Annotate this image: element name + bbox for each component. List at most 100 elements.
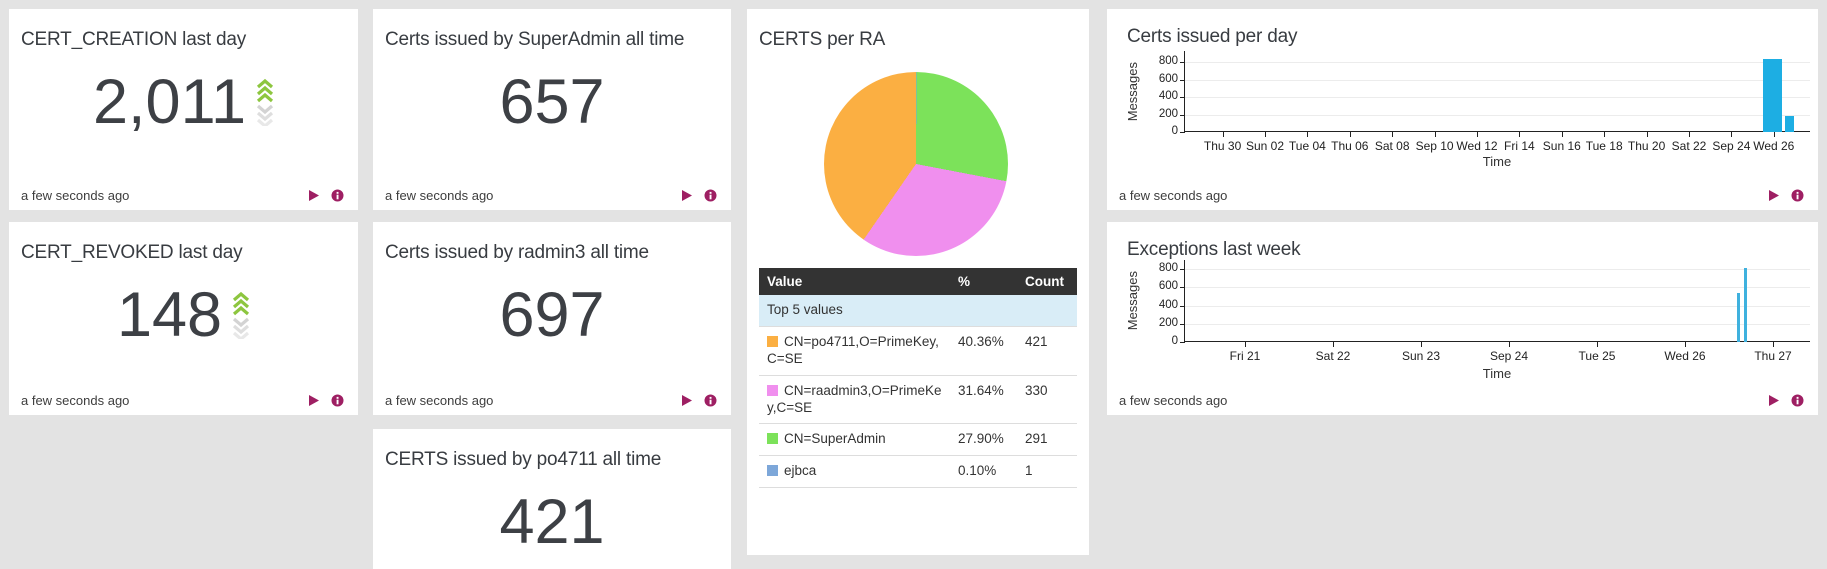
widget-title: CERT_CREATION last day — [21, 29, 246, 51]
value-label: CN=po4711,O=PrimeKey,C=SE — [767, 334, 939, 366]
y-tick-label: 400 — [1145, 299, 1178, 311]
x-tick — [1731, 132, 1732, 137]
replay-search-button[interactable] — [681, 189, 693, 202]
widget-info-button[interactable] — [1791, 189, 1804, 202]
ra-pie-chart — [824, 72, 1008, 256]
group-label: Top 5 values — [759, 295, 1077, 326]
column-header-value: Value — [759, 268, 950, 295]
top-value-row: CN=po4711,O=PrimeKey,C=SE40.36%421 — [759, 326, 1077, 375]
widget-radmin3: Certs issued by radmin3 all time 697 a f… — [373, 222, 731, 415]
widget-info-button[interactable] — [704, 394, 717, 407]
info-icon — [331, 394, 344, 407]
x-tick-label: Sat 22 — [1302, 349, 1364, 363]
y-tick-label: 800 — [1145, 262, 1178, 274]
updated-ago: a few seconds ago — [385, 393, 493, 408]
group-row: Top 5 values — [759, 295, 1077, 326]
x-tick — [1773, 342, 1774, 347]
count-value: 657 — [499, 71, 604, 134]
widget-title: Certs issued by SuperAdmin all time — [385, 29, 684, 51]
gridline — [1185, 287, 1810, 288]
pie-table-body: Top 5 values CN=po4711,O=PrimeKey,C=SE40… — [759, 295, 1077, 488]
widget-info-button[interactable] — [704, 189, 717, 202]
pct-cell: 0.10% — [950, 456, 1017, 488]
y-tick — [1180, 80, 1185, 81]
widget-title: Certs issued per day — [1127, 26, 1297, 48]
x-tick-label: Thu 27 — [1742, 349, 1804, 363]
y-tick — [1180, 306, 1185, 307]
value-label: CN=raadmin3,O=PrimeKey,C=SE — [767, 383, 942, 415]
widget-title: Exceptions last week — [1127, 239, 1300, 261]
widget-cert-creation: CERT_CREATION last day 2,011 a few secon… — [9, 9, 358, 210]
x-tick — [1350, 132, 1351, 137]
big-number-row: 421 — [373, 485, 731, 559]
x-tick — [1477, 132, 1478, 137]
info-icon — [704, 394, 717, 407]
replay-search-button[interactable] — [308, 189, 320, 202]
histogram-bar — [1737, 293, 1740, 342]
y-tick-label: 600 — [1145, 280, 1178, 292]
x-tick — [1421, 342, 1422, 347]
updated-ago: a few seconds ago — [385, 188, 493, 203]
play-icon — [308, 394, 320, 407]
y-tick — [1180, 97, 1185, 98]
widget-info-button[interactable] — [331, 189, 344, 202]
ra-top-values-table: Value % Count Top 5 values CN=po4711,O=P… — [759, 268, 1077, 488]
widget-superadmin: Certs issued by SuperAdmin all time 657 … — [373, 9, 731, 210]
widget-footer: a few seconds ago — [385, 393, 717, 408]
y-tick — [1180, 269, 1185, 270]
x-tick-label: Tue 25 — [1566, 349, 1628, 363]
gridline — [1185, 324, 1810, 325]
value-label: ejbca — [784, 463, 816, 478]
play-icon — [1768, 394, 1780, 407]
x-tick — [1435, 132, 1436, 137]
widget-info-button[interactable] — [1791, 394, 1804, 407]
play-icon — [308, 189, 320, 202]
big-number-row: 148 — [9, 278, 358, 352]
widget-cert-revoked: CERT_REVOKED last day 148 a few seconds … — [9, 222, 358, 415]
x-tick — [1392, 132, 1393, 137]
gridline — [1185, 62, 1810, 63]
count-cell: 421 — [1017, 326, 1077, 375]
count-cell: 1 — [1017, 456, 1077, 488]
replay-search-button[interactable] — [1768, 394, 1780, 407]
x-tick — [1509, 342, 1510, 347]
value-label: CN=SuperAdmin — [784, 431, 886, 446]
updated-ago: a few seconds ago — [1119, 393, 1227, 408]
replay-search-button[interactable] — [308, 394, 320, 407]
replay-search-button[interactable] — [1768, 189, 1780, 202]
y-tick-label: 800 — [1145, 55, 1178, 67]
count-value: 421 — [499, 491, 604, 554]
gridline — [1185, 80, 1810, 81]
x-tick-label: Sun 23 — [1390, 349, 1452, 363]
y-tick-label: 0 — [1145, 125, 1178, 137]
y-axis-title: Messages — [1124, 51, 1140, 132]
play-icon — [681, 189, 693, 202]
x-tick — [1519, 132, 1520, 137]
pct-cell: 31.64% — [950, 375, 1017, 424]
x-tick — [1223, 132, 1224, 137]
x-tick — [1604, 132, 1605, 137]
y-axis-title: Messages — [1124, 260, 1140, 342]
x-tick — [1685, 342, 1686, 347]
big-number-row: 657 — [373, 65, 731, 139]
x-tick — [1265, 132, 1266, 137]
count-value: 2,011 — [93, 71, 246, 134]
y-tick-label: 200 — [1145, 317, 1178, 329]
count-cell: 291 — [1017, 424, 1077, 456]
gridline — [1185, 115, 1810, 116]
widget-info-button[interactable] — [331, 394, 344, 407]
series-color-swatch — [767, 385, 778, 396]
replay-search-button[interactable] — [681, 394, 693, 407]
info-icon — [1791, 394, 1804, 407]
widget-footer: a few seconds ago — [21, 188, 344, 203]
table-header-row: Value % Count — [759, 268, 1077, 295]
x-tick — [1597, 342, 1598, 347]
play-icon — [1768, 189, 1780, 202]
y-tick — [1180, 324, 1185, 325]
x-tick — [1333, 342, 1334, 347]
x-tick-label: Sep 24 — [1478, 349, 1540, 363]
y-tick — [1180, 132, 1185, 133]
column-header-count: Count — [1017, 268, 1077, 295]
updated-ago: a few seconds ago — [1119, 188, 1227, 203]
certs-per-day-plot: 8006004002000Thu 30Sun 02Tue 04Thu 06Sat… — [1184, 51, 1810, 132]
